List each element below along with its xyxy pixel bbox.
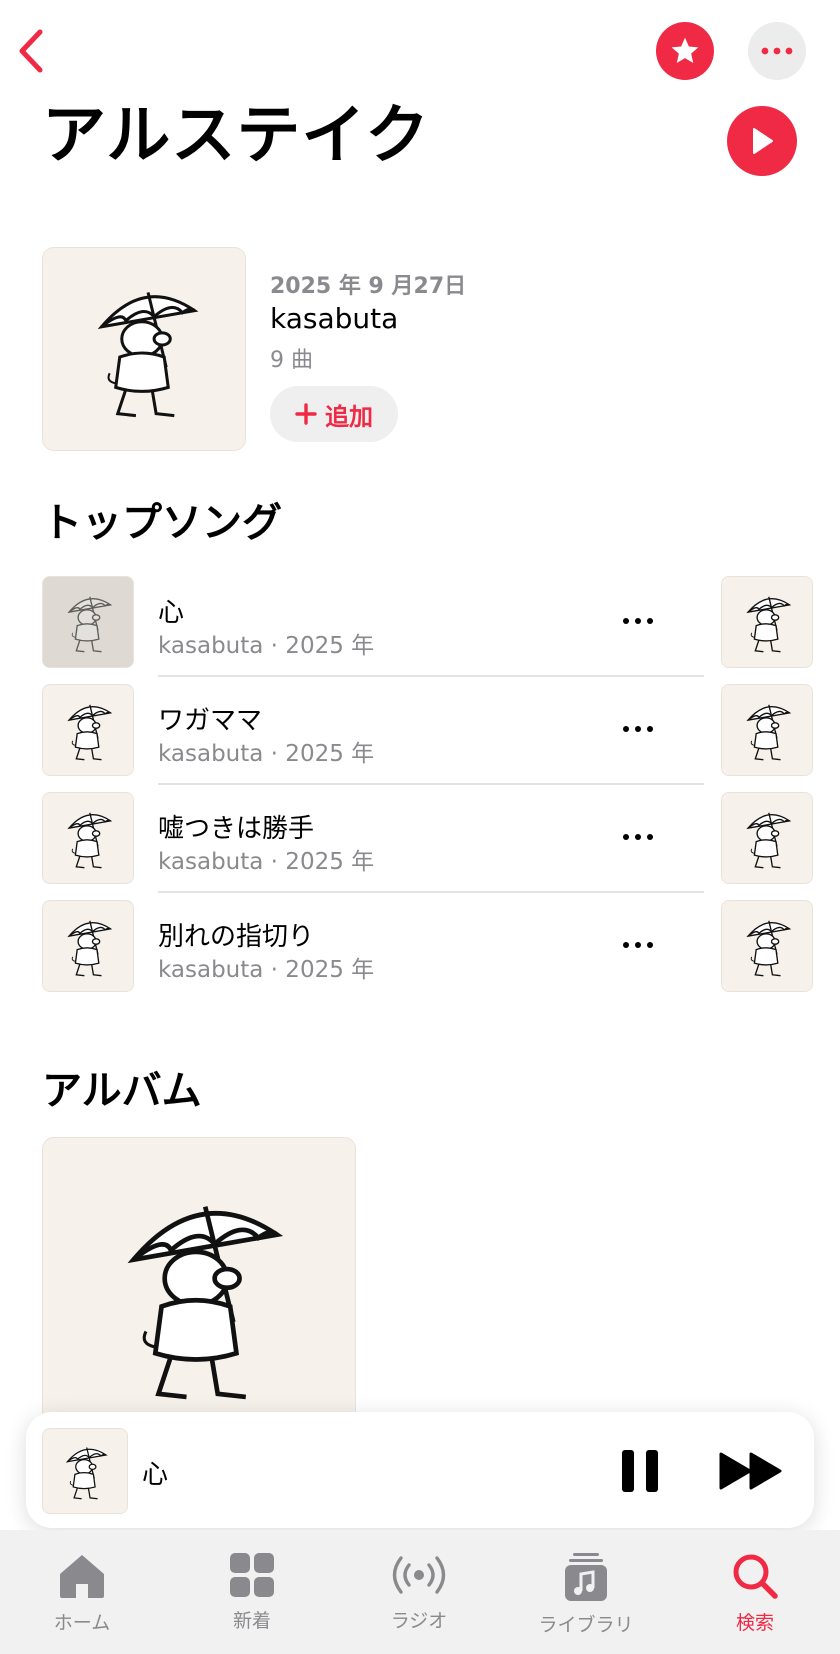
song-artwork	[42, 576, 134, 668]
release-track-count: 9 曲	[270, 348, 313, 373]
now-playing-title: 心	[142, 1460, 169, 1490]
back-button[interactable]	[14, 26, 54, 76]
tab-label: ラジオ	[390, 1610, 448, 1632]
fast-forward-icon	[719, 1452, 782, 1490]
song-row[interactable]: 別れの指切り kasabuta · 2025 年	[42, 900, 702, 1008]
plus-icon	[295, 403, 317, 425]
song-subtitle: kasabuta · 2025 年	[158, 849, 375, 875]
mini-player[interactable]: 心	[26, 1412, 814, 1528]
ellipsis-icon	[623, 618, 653, 624]
song-subtitle: kasabuta · 2025 年	[158, 633, 375, 659]
tab-label: ホーム	[53, 1612, 111, 1634]
radio-icon	[392, 1556, 446, 1594]
star-icon	[671, 37, 699, 63]
song-title: 別れの指切り	[158, 922, 315, 952]
tab-label: 新着	[232, 1610, 271, 1632]
tab-label: ライブラリ	[538, 1614, 634, 1636]
tab-bar: ホーム 新着 ラジオ ライブラリ 検索	[0, 1530, 840, 1654]
song-more-button[interactable]	[618, 822, 658, 852]
song-subtitle: kasabuta · 2025 年	[158, 741, 375, 767]
song-title: 心	[158, 598, 185, 628]
tab-radio[interactable]: ラジオ	[359, 1552, 479, 1633]
song-row[interactable]: ワガママ kasabuta · 2025 年	[42, 684, 704, 792]
song-title: 嘘つきは勝手	[158, 814, 315, 844]
library-icon	[565, 1553, 607, 1601]
song-artwork	[42, 792, 134, 884]
album-artwork[interactable]	[42, 1137, 356, 1439]
ellipsis-icon	[623, 834, 653, 840]
tab-library[interactable]: ライブラリ	[526, 1552, 646, 1637]
tab-home[interactable]: ホーム	[22, 1552, 142, 1635]
song-subtitle: kasabuta · 2025 年	[158, 957, 375, 983]
home-icon	[60, 1555, 104, 1598]
song-artwork	[42, 900, 134, 992]
top-songs-heading: トップソング	[42, 500, 282, 546]
latest-release-artwork[interactable]	[42, 247, 246, 451]
now-playing-artwork	[42, 1428, 128, 1514]
favorite-button[interactable]	[656, 22, 714, 80]
divider	[158, 783, 704, 785]
ellipsis-icon	[623, 726, 653, 732]
add-button[interactable]: 追加	[270, 386, 398, 442]
fast-forward-button[interactable]	[718, 1450, 784, 1492]
release-title[interactable]: kasabuta	[270, 302, 398, 335]
tab-label: 検索	[735, 1612, 774, 1634]
song-more-button[interactable]	[618, 930, 658, 960]
chevron-left-icon	[19, 29, 43, 73]
song-title: ワガママ	[158, 706, 263, 736]
song-artwork-next-column[interactable]	[721, 576, 813, 668]
divider	[158, 675, 704, 677]
pause-icon	[622, 1450, 658, 1492]
add-button-label: 追加	[325, 402, 373, 431]
pause-button[interactable]	[620, 1448, 660, 1494]
song-artwork-next-column[interactable]	[721, 792, 813, 884]
play-button[interactable]	[727, 106, 797, 176]
albums-heading: アルバム	[42, 1068, 202, 1114]
song-artwork-next-column[interactable]	[721, 900, 813, 992]
artist-title: アルステイク	[42, 99, 431, 173]
divider	[158, 891, 704, 893]
song-row[interactable]: 心 kasabuta · 2025 年	[42, 576, 704, 684]
play-icon	[753, 128, 773, 154]
tab-search[interactable]: 検索	[695, 1552, 815, 1635]
search-icon	[733, 1554, 778, 1599]
song-more-button[interactable]	[618, 714, 658, 744]
more-button[interactable]	[748, 22, 806, 80]
song-more-button[interactable]	[618, 606, 658, 636]
grid-icon	[230, 1553, 274, 1597]
ellipsis-icon	[623, 942, 653, 948]
tab-new[interactable]: 新着	[192, 1552, 312, 1633]
song-artwork-next-column[interactable]	[721, 684, 813, 776]
ellipsis-icon	[761, 47, 793, 55]
song-row[interactable]: 嘘つきは勝手 kasabuta · 2025 年	[42, 792, 704, 900]
song-artwork	[42, 684, 134, 776]
release-date: 2025 年 9 月27日	[270, 274, 467, 299]
